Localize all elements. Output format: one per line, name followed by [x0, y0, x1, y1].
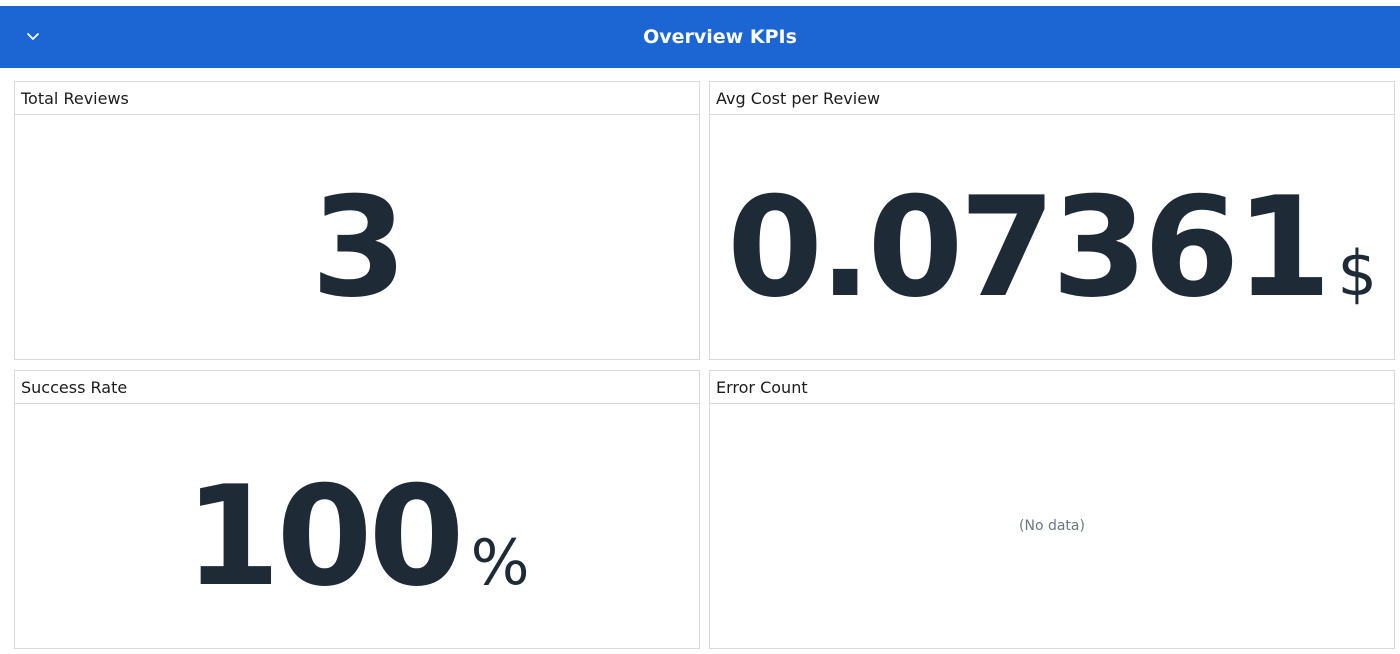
panel-title[interactable]: Success Rate — [21, 371, 127, 404]
panel-title[interactable]: Error Count — [716, 371, 808, 404]
stat-unit: $ — [1337, 237, 1377, 310]
stat-unit: % — [470, 526, 530, 599]
panel-error-count: Error Count (No data) — [709, 370, 1395, 649]
panel-total-reviews: Total Reviews 3 — [14, 81, 700, 360]
row-title[interactable]: Overview KPIs — [0, 6, 1400, 68]
stat-value-container: 0.07361 $ — [710, 179, 1394, 317]
panel-avg-cost: Avg Cost per Review 0.07361 $ — [709, 81, 1395, 360]
stat-value-container: 3 — [15, 179, 699, 317]
panel-title[interactable]: Total Reviews — [21, 82, 129, 115]
stat-value: 0.07361 — [727, 167, 1332, 328]
panel-header[interactable]: Avg Cost per Review — [710, 82, 1394, 115]
row-header: Overview KPIs — [0, 6, 1400, 68]
no-data-message: (No data) — [1019, 518, 1085, 534]
panel-body: 0.07361 $ — [710, 115, 1394, 359]
panel-body: 100 % — [15, 404, 699, 648]
panel-header[interactable]: Success Rate — [15, 371, 699, 404]
panel-header[interactable]: Error Count — [710, 371, 1394, 404]
stat-value-container: 100 % — [15, 468, 699, 606]
stat-value: 3 — [310, 167, 407, 328]
panel-success-rate: Success Rate 100 % — [14, 370, 700, 649]
panel-body: 3 — [15, 115, 699, 359]
stat-value: 100 — [184, 456, 465, 617]
panel-body: (No data) — [710, 404, 1394, 648]
panel-header[interactable]: Total Reviews — [15, 82, 699, 115]
panel-title[interactable]: Avg Cost per Review — [716, 82, 880, 115]
